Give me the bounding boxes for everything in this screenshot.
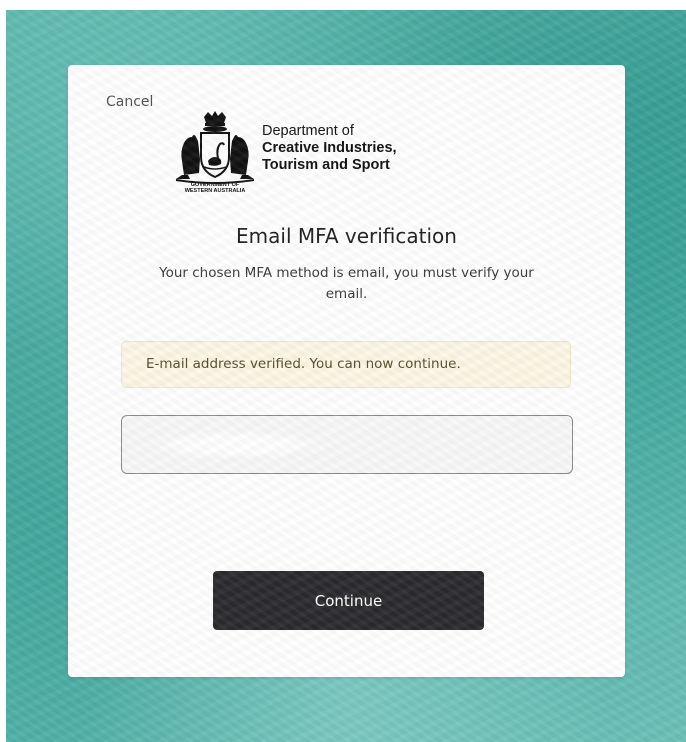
page-title: Email MFA verification [236, 224, 457, 248]
department-logo: GOVERNMENT OF WESTERN AUSTRALIA Departme… [172, 111, 432, 201]
page-subtitle: Your chosen MFA method is email, you mus… [159, 265, 534, 302]
mfa-verification-card: Cancel GOVERNMENT OF WESTERN AUSTRALIA D… [68, 65, 625, 677]
department-name-line-2: Creative Industries, [262, 140, 397, 156]
background-screen: Cancel GOVERNMENT OF WESTERN AUSTRALIA D… [6, 10, 686, 742]
crest-caption-line-2: WESTERN AUSTRALIA [184, 188, 246, 194]
department-name-line-1: Department of [262, 123, 354, 139]
crest-caption: GOVERNMENT OF WESTERN AUSTRALIA [172, 182, 258, 194]
department-name-line-3: Tourism and Sport [262, 157, 390, 173]
continue-button[interactable]: Continue [213, 571, 484, 630]
verified-alert: E-mail address verified. You can now con… [121, 341, 571, 388]
cancel-link[interactable]: Cancel [106, 94, 153, 110]
department-name: Department of Creative Industries, Touri… [262, 123, 397, 174]
verified-alert-text: E-mail address verified. You can now con… [146, 356, 461, 372]
email-field[interactable] [121, 415, 573, 474]
